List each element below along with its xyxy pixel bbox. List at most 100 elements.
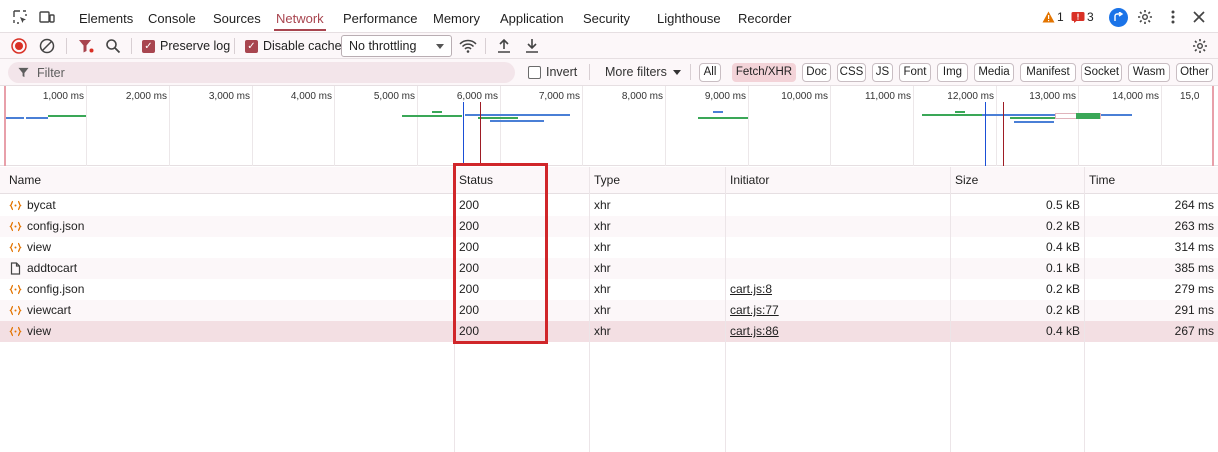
warning-icon — [1042, 11, 1055, 23]
type-filter-font[interactable]: Font — [899, 63, 931, 82]
tab-network[interactable]: Network — [274, 0, 326, 33]
import-har-icon[interactable] — [496, 38, 512, 54]
request-size: 0.2 kB — [1045, 282, 1080, 296]
table-row[interactable]: bycat 200 xhr 0.5 kB 264 ms — [0, 195, 1218, 216]
request-type: xhr — [594, 219, 611, 233]
request-name: config.json — [27, 282, 85, 296]
request-status: 200 — [459, 198, 480, 212]
network-settings-icon[interactable] — [1192, 38, 1208, 54]
warnings-count: 1 — [1057, 10, 1064, 24]
tab-memory[interactable]: Memory — [433, 0, 480, 33]
errors-counter[interactable]: 3 — [1071, 10, 1094, 24]
table-row[interactable]: config.json 200 xhr cart.js:8 0.2 kB 279 ms — [0, 279, 1218, 300]
filter-bar: Filter Invert More filters All Fetch/XHR… — [0, 59, 1218, 86]
column-header-type[interactable]: Type — [589, 167, 725, 194]
device-toolbar-icon[interactable] — [39, 9, 55, 25]
type-filter-all[interactable]: All — [699, 63, 721, 82]
filter-placeholder: Filter — [37, 65, 65, 80]
column-header-status[interactable]: Status — [454, 167, 589, 194]
warnings-counter[interactable]: 1 — [1042, 10, 1064, 24]
timeline-gridline — [665, 86, 666, 166]
toolbar-divider — [589, 64, 590, 80]
request-initiator-link[interactable]: cart.js:86 — [730, 321, 779, 342]
column-header-initiator[interactable]: Initiator — [725, 167, 950, 194]
overview-right-handle[interactable] — [1212, 86, 1214, 166]
table-row[interactable]: viewcart 200 xhr cart.js:77 0.2 kB 291 ms — [0, 300, 1218, 321]
search-icon[interactable] — [105, 38, 121, 54]
type-filter-css[interactable]: CSS — [837, 63, 866, 82]
column-header-time[interactable]: Time — [1084, 167, 1218, 194]
column-divider — [589, 167, 590, 452]
network-conditions-icon[interactable] — [459, 38, 477, 54]
tab-console[interactable]: Console — [148, 0, 196, 33]
table-row[interactable]: config.json 200 xhr 0.2 kB 263 ms — [0, 216, 1218, 237]
timeline-tick-label: 8,000 ms — [621, 91, 663, 102]
request-time: 385 ms — [1174, 261, 1214, 275]
timeline-bar — [402, 115, 462, 117]
timeline-tick-label: 5,000 ms — [373, 91, 415, 102]
timeline-bar — [713, 111, 723, 113]
tab-elements[interactable]: Elements — [79, 0, 133, 33]
initiator-text: cart.js:77 — [730, 303, 779, 317]
tab-performance[interactable]: Performance — [343, 0, 417, 33]
timeline-gridline — [252, 86, 253, 166]
type-filter-media[interactable]: Media — [974, 63, 1014, 82]
column-divider — [950, 167, 951, 452]
ai-assistance-icon[interactable] — [1109, 8, 1128, 27]
clear-icon[interactable] — [39, 38, 55, 54]
overview-timeline[interactable]: 1,000 ms 2,000 ms 3,000 ms 4,000 ms 5,00… — [0, 86, 1218, 166]
table-row[interactable]: addtocart 200 xhr 0.1 kB 385 ms — [0, 258, 1218, 279]
request-initiator-link[interactable]: cart.js:8 — [730, 279, 772, 300]
tab-lighthouse[interactable]: Lighthouse — [657, 0, 721, 33]
type-filter-doc[interactable]: Doc — [802, 63, 831, 82]
overview-left-handle[interactable] — [4, 86, 6, 166]
more-options-icon[interactable] — [1165, 9, 1181, 25]
timeline-gridline — [334, 86, 335, 166]
record-stop-icon[interactable] — [11, 38, 27, 54]
timeline-bar — [432, 111, 442, 113]
type-filter-manifest[interactable]: Manifest — [1020, 63, 1076, 82]
type-filter-socket[interactable]: Socket — [1081, 63, 1122, 82]
column-header-size[interactable]: Size — [950, 167, 1084, 194]
more-filters-dropdown[interactable]: More filters — [605, 65, 681, 79]
invert-checkbox[interactable]: Invert — [528, 65, 577, 79]
timeline-tick-label: 10,000 ms — [781, 91, 828, 102]
filter-input[interactable]: Filter — [8, 62, 515, 83]
xhr-icon — [9, 326, 22, 337]
type-filter-js[interactable]: JS — [872, 63, 893, 82]
tab-security[interactable]: Security — [583, 0, 630, 33]
settings-icon[interactable] — [1137, 9, 1153, 25]
column-header-name[interactable]: Name — [0, 167, 454, 194]
checkbox-checked-icon: ✓ — [142, 39, 155, 53]
type-filter-fetch-xhr[interactable]: Fetch/XHR — [732, 63, 796, 82]
toolbar-divider — [66, 38, 67, 54]
timeline-gridline — [913, 86, 914, 166]
toolbar-divider — [131, 38, 132, 54]
filter-icon[interactable] — [78, 38, 94, 54]
timeline-gridline — [500, 86, 501, 166]
tab-application[interactable]: Application — [500, 0, 564, 33]
close-icon[interactable] — [1191, 9, 1207, 25]
disable-cache-checkbox[interactable]: ✓ Disable cache — [245, 33, 342, 59]
type-filter-other[interactable]: Other — [1176, 63, 1213, 82]
tab-recorder[interactable]: Recorder — [738, 0, 791, 33]
column-divider — [725, 167, 726, 452]
export-har-icon[interactable] — [524, 38, 540, 54]
network-toolbar: ✓ Preserve log ✓ Disable cache No thrott… — [0, 33, 1218, 59]
throttling-select[interactable]: No throttling — [341, 35, 452, 57]
type-filter-wasm[interactable]: Wasm — [1128, 63, 1170, 82]
table-row[interactable]: view 200 xhr cart.js:86 0.4 kB 267 ms — [0, 321, 1218, 342]
table-row[interactable]: view 200 xhr 0.4 kB 314 ms — [0, 237, 1218, 258]
type-filter-img[interactable]: Img — [937, 63, 968, 82]
column-divider — [1084, 167, 1085, 452]
requests-table: Name Status Type Initiator Size Time byc… — [0, 167, 1218, 452]
tab-sources[interactable]: Sources — [213, 0, 261, 33]
preserve-log-checkbox[interactable]: ✓ Preserve log — [142, 33, 230, 59]
request-name: view — [27, 324, 52, 338]
load-event-marker — [480, 102, 481, 166]
timeline-tick-label: 13,000 ms — [1029, 91, 1076, 102]
request-initiator-link[interactable]: cart.js:77 — [730, 300, 779, 321]
request-time: 263 ms — [1174, 219, 1214, 233]
timeline-tick-label: 1,000 ms — [42, 91, 84, 102]
inspect-element-icon[interactable] — [12, 9, 28, 25]
